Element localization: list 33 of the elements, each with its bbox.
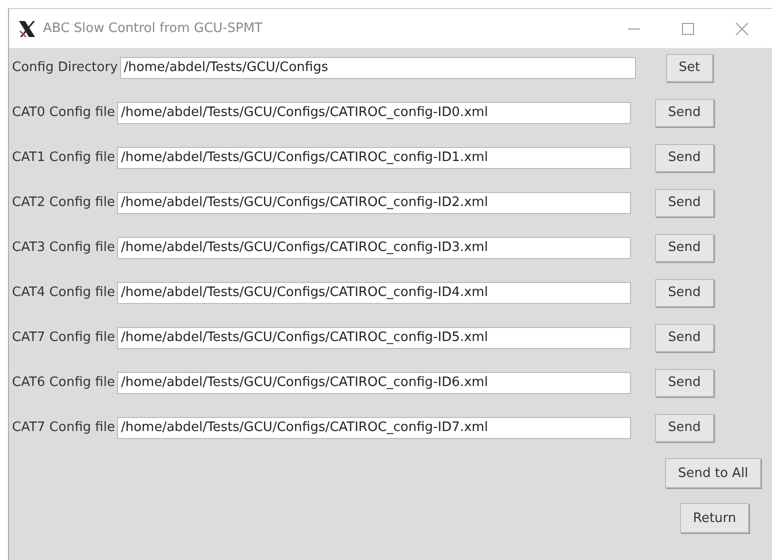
file-path-field[interactable]: /home/abdel/Tests/GCU/Configs/CATIROC_config-ID6.xml [116, 372, 631, 394]
field-label: Config Directory [12, 60, 118, 75]
field-label: CAT6 Config file [12, 375, 115, 390]
send-button[interactable]: Send [654, 234, 714, 262]
return-button[interactable]: Return [680, 503, 750, 533]
maximize-icon[interactable] [681, 22, 695, 36]
field-label: CAT1 Config file [12, 150, 115, 165]
send-button[interactable]: Send [654, 144, 714, 172]
directory-field[interactable]: /home/abdel/Tests/GCU/Configs [120, 56, 636, 78]
field-label: CAT0 Config file [12, 105, 115, 120]
send-button[interactable]: Send [654, 98, 714, 126]
send-to-all-button[interactable]: Send to All [665, 458, 762, 488]
file-path-field[interactable]: /home/abdel/Tests/GCU/Configs/CATIROC_config-ID0.xml [116, 102, 631, 124]
field-label: CAT2 Config file [12, 195, 115, 210]
send-button[interactable]: Send [654, 324, 714, 352]
send-button[interactable]: Send [654, 414, 714, 442]
send-button[interactable]: Send [654, 278, 714, 306]
field-label: CAT3 Config file [12, 240, 115, 255]
field-label: CAT4 Config file [12, 285, 115, 300]
x-logo-icon [17, 18, 37, 38]
file-path-field[interactable]: /home/abdel/Tests/GCU/Configs/CATIROC_config-ID7.xml [116, 416, 631, 438]
set-button[interactable]: Set [666, 54, 714, 82]
send-button[interactable]: Send [654, 368, 714, 396]
send-button[interactable]: Send [654, 188, 714, 216]
close-icon[interactable] [735, 22, 749, 36]
field-label: CAT7 Config file [12, 330, 115, 345]
file-path-field[interactable]: /home/abdel/Tests/GCU/Configs/CATIROC_config-ID4.xml [116, 282, 631, 304]
file-path-field[interactable]: /home/abdel/Tests/GCU/Configs/CATIROC_config-ID2.xml [116, 192, 631, 214]
window-title: ABC Slow Control from GCU-SPMT [43, 21, 264, 36]
field-label: CAT7 Config file [12, 420, 115, 435]
file-path-field[interactable]: /home/abdel/Tests/GCU/Configs/CATIROC_config-ID5.xml [116, 326, 631, 348]
file-path-field[interactable]: /home/abdel/Tests/GCU/Configs/CATIROC_config-ID1.xml [116, 146, 631, 168]
file-path-field[interactable]: /home/abdel/Tests/GCU/Configs/CATIROC_config-ID3.xml [116, 236, 631, 258]
